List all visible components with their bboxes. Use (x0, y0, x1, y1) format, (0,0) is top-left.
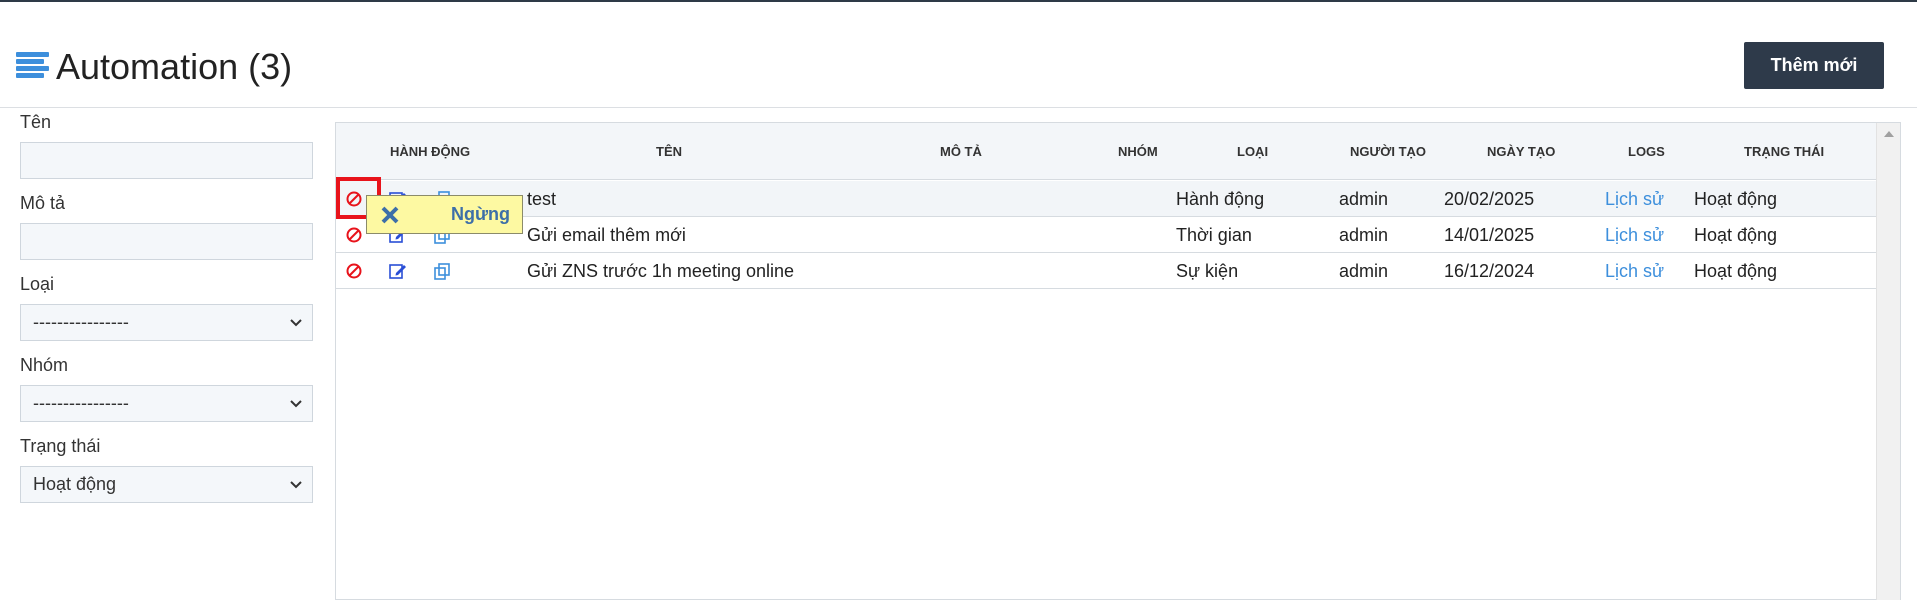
automation-table: Hành động Tên Mô tả Nhóm Loại Người tạo … (335, 122, 1901, 600)
column-group[interactable]: Nhóm (1118, 123, 1158, 180)
table-header: Hành động Tên Mô tả Nhóm Loại Người tạo … (336, 123, 1876, 180)
filter-type-label: Loại (20, 274, 55, 294)
table-row: Gửi ZNS trước 1h meeting online Sự kiện … (336, 253, 1876, 289)
close-x-icon (381, 206, 399, 224)
scroll-up-arrow-icon[interactable] (1884, 131, 1894, 137)
chevron-down-icon (290, 319, 302, 327)
copy-icon[interactable] (432, 261, 452, 281)
row-creator: admin (1339, 261, 1389, 281)
row-created-date: 16/12/2024 (1444, 261, 1535, 281)
filter-group-label: Nhóm (20, 355, 69, 375)
ban-icon[interactable] (344, 225, 364, 245)
row-name[interactable]: test (527, 181, 556, 217)
page-title: Automation (3) (56, 46, 293, 87)
column-description[interactable]: Mô tả (940, 123, 982, 180)
column-actions: Hành động (390, 144, 471, 159)
table-row: test Hành động admin 20/02/2025 Lịch sử … (336, 181, 1876, 217)
filter-status-value: Hoạt động (33, 474, 117, 494)
row-created-date: 20/02/2025 (1444, 189, 1535, 209)
table-row: Gửi email thêm mới Thời gian admin 14/01… (336, 217, 1876, 253)
row-type: Hành động (1176, 189, 1265, 209)
row-status: Hoạt động (1694, 189, 1778, 209)
row-status: Hoạt động (1694, 261, 1778, 281)
column-type[interactable]: Loại (1237, 123, 1268, 180)
tooltip-text: Ngừng (451, 204, 511, 224)
list-lines-icon[interactable] (16, 52, 49, 80)
row-status: Hoạt động (1694, 225, 1778, 245)
row-name[interactable]: Gửi email thêm mới (527, 217, 686, 253)
filter-name-label: Tên (20, 112, 52, 132)
filter-group-select[interactable]: ---------------- (20, 385, 313, 422)
row-logs-link[interactable]: Lịch sử (1605, 217, 1664, 253)
row-creator: admin (1339, 189, 1389, 209)
stop-tooltip: Ngừng (366, 195, 523, 234)
row-type: Thời gian (1176, 225, 1252, 245)
filter-name-input[interactable] (20, 142, 313, 179)
add-new-button[interactable]: Thêm mới (1744, 42, 1884, 89)
row-creator: admin (1339, 225, 1389, 245)
filter-type-value: ---------------- (33, 312, 129, 332)
vertical-scrollbar[interactable] (1876, 123, 1900, 600)
filter-description-input[interactable] (20, 223, 313, 260)
row-type: Sự kiện (1176, 261, 1239, 281)
column-status[interactable]: Trạng thái (1744, 123, 1824, 180)
chevron-down-icon (290, 400, 302, 408)
row-created-date: 14/01/2025 (1444, 225, 1535, 245)
filter-panel: Tên Mô tả Loại ---------------- Nhóm ---… (20, 110, 314, 515)
edit-icon[interactable] (388, 261, 408, 281)
filter-group-value: ---------------- (33, 393, 129, 413)
column-name[interactable]: Tên (656, 123, 682, 180)
row-logs-link[interactable]: Lịch sử (1605, 253, 1664, 289)
filter-type-select[interactable]: ---------------- (20, 304, 313, 341)
row-name[interactable]: Gửi ZNS trước 1h meeting online (527, 253, 794, 289)
ban-icon[interactable] (344, 261, 364, 281)
column-creator[interactable]: Người tạo (1350, 123, 1426, 180)
row-logs-link[interactable]: Lịch sử (1605, 181, 1664, 217)
filter-description-label: Mô tả (20, 193, 66, 213)
filter-status-select[interactable]: Hoạt động (20, 466, 313, 503)
column-logs: Logs (1628, 144, 1665, 159)
page-header: Automation (3) Thêm mới (0, 2, 1917, 108)
chevron-down-icon (290, 481, 302, 489)
filter-status-label: Trạng thái (20, 436, 101, 456)
column-created-date[interactable]: Ngày tạo (1487, 123, 1555, 180)
